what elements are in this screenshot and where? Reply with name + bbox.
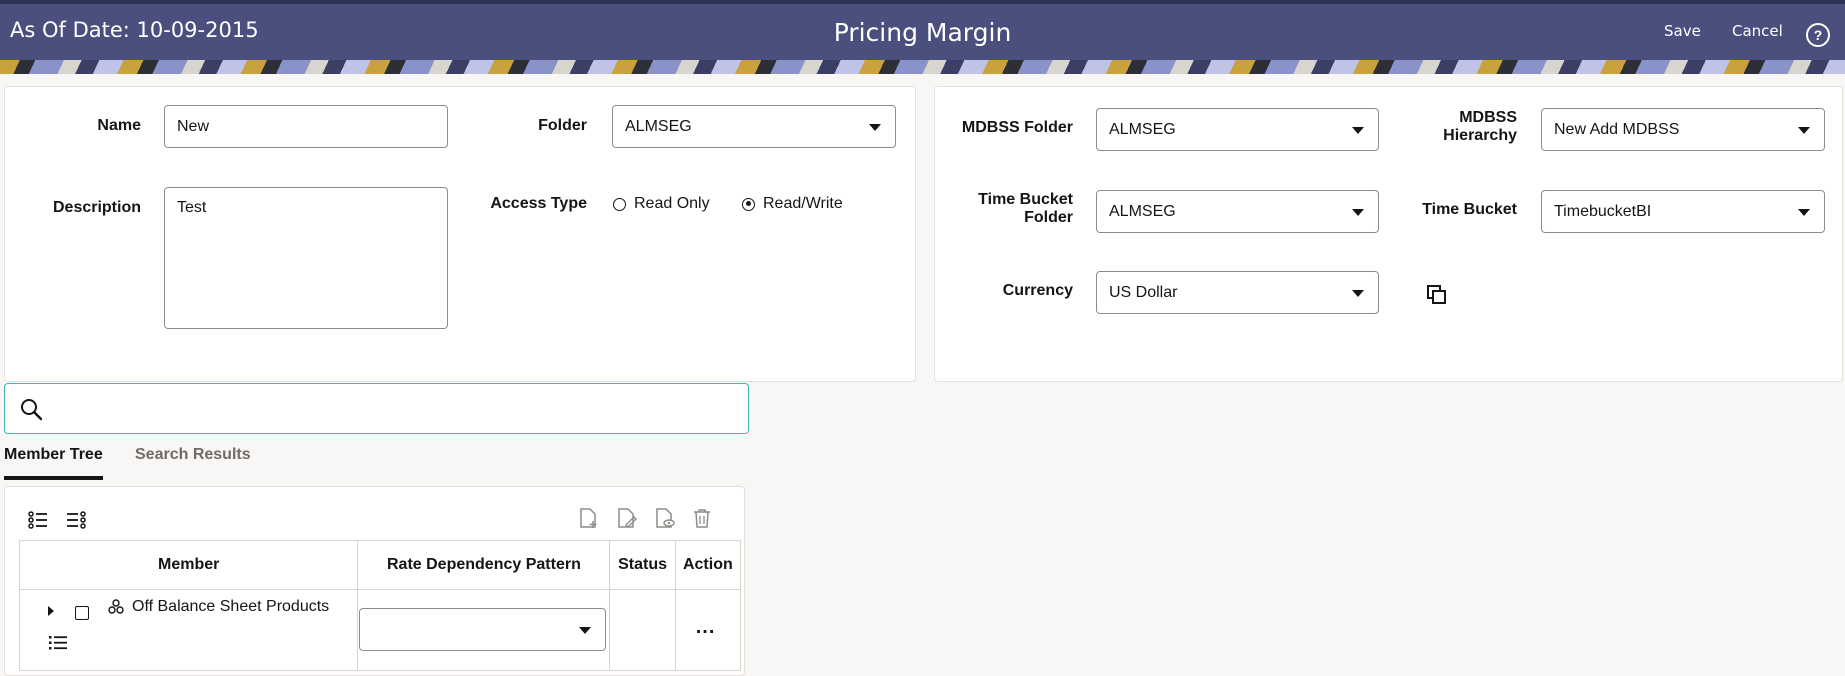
view-file-icon[interactable] bbox=[653, 507, 675, 529]
currency-select[interactable]: US Dollar bbox=[1096, 271, 1379, 314]
chevron-down-icon bbox=[869, 124, 881, 131]
search-input[interactable] bbox=[55, 392, 739, 428]
search-box bbox=[4, 383, 749, 434]
decorative-banner bbox=[0, 60, 1845, 74]
folder-value: ALMSEG bbox=[625, 118, 692, 135]
action-cell: ... bbox=[674, 589, 742, 671]
time-bucket-folder-label: Time Bucket Folder bbox=[935, 191, 1073, 227]
folder-select[interactable]: ALMSEG bbox=[612, 105, 896, 148]
description-label: Description bbox=[52, 199, 141, 216]
more-actions-icon[interactable]: ... bbox=[696, 617, 716, 637]
member-tree-panel: Member Rate Dependency Pattern Status Ac… bbox=[4, 486, 745, 676]
column-header-status[interactable]: Status bbox=[609, 540, 676, 590]
member-label: Off Balance Sheet Products bbox=[132, 598, 330, 615]
chevron-down-icon bbox=[1352, 209, 1364, 216]
status-cell bbox=[609, 589, 676, 671]
time-bucket-folder-select[interactable]: ALMSEG bbox=[1096, 190, 1379, 233]
mdbss-folder-select[interactable]: ALMSEG bbox=[1096, 108, 1379, 151]
tab-search-results[interactable]: Search Results bbox=[135, 446, 251, 476]
radio-read-write-label: Read/Write bbox=[763, 195, 843, 212]
column-header-member[interactable]: Member bbox=[18, 540, 359, 590]
time-bucket-select[interactable]: TimebucketBI bbox=[1541, 190, 1825, 233]
add-file-icon[interactable] bbox=[577, 507, 599, 529]
collapse-all-icon[interactable] bbox=[65, 509, 87, 531]
member-grid: Member Rate Dependency Pattern Status Ac… bbox=[18, 540, 742, 671]
as-of-date: As Of Date: 10-09-2015 bbox=[10, 18, 259, 42]
table-row: Off Balance Sheet Products ... bbox=[18, 589, 742, 671]
time-bucket-folder-label-line2: Folder bbox=[1024, 209, 1073, 226]
column-header-rate-dependency-pattern[interactable]: Rate Dependency Pattern bbox=[357, 540, 611, 590]
radio-circle-icon bbox=[613, 197, 626, 211]
cancel-button[interactable]: Cancel bbox=[1732, 22, 1783, 40]
currency-label: Currency bbox=[1002, 282, 1073, 299]
radio-read-only-label: Read Only bbox=[634, 195, 710, 212]
edit-file-icon[interactable] bbox=[615, 507, 637, 529]
tab-member-tree[interactable]: Member Tree bbox=[4, 446, 103, 480]
member-cell: Off Balance Sheet Products bbox=[18, 589, 359, 671]
name-field[interactable]: New bbox=[164, 105, 448, 148]
mdbss-hierarchy-select[interactable]: New Add MDBSS bbox=[1541, 108, 1825, 151]
row-checkbox[interactable] bbox=[75, 606, 89, 620]
parameters-panel: MDBSS Folder ALMSEG MDBSS Hierarchy New … bbox=[934, 86, 1843, 382]
time-bucket-value: TimebucketBI bbox=[1554, 203, 1652, 220]
rate-dependency-pattern-select[interactable] bbox=[359, 608, 607, 651]
mdbss-folder-label: MDBSS Folder bbox=[961, 119, 1073, 136]
column-header-action[interactable]: Action bbox=[674, 540, 742, 590]
chevron-down-icon bbox=[1352, 290, 1364, 297]
radio-selected-icon bbox=[742, 197, 755, 211]
name-label: Name bbox=[97, 117, 141, 134]
tree-node-icon bbox=[108, 599, 124, 614]
radio-read-write[interactable]: Read/Write bbox=[742, 195, 843, 213]
expand-all-icon[interactable] bbox=[27, 509, 49, 531]
chevron-down-icon bbox=[1352, 127, 1364, 134]
mdbss-hierarchy-label-line2: Hierarchy bbox=[1443, 127, 1517, 144]
definition-panel: Name New Folder ALMSEG Description Test … bbox=[4, 86, 916, 382]
search-icon bbox=[21, 399, 43, 421]
chevron-down-icon bbox=[1798, 127, 1810, 134]
delete-icon[interactable] bbox=[691, 507, 713, 529]
time-bucket-folder-value: ALMSEG bbox=[1109, 203, 1176, 220]
list-icon[interactable] bbox=[48, 634, 68, 652]
description-field[interactable]: Test bbox=[164, 187, 448, 329]
expand-icon[interactable] bbox=[48, 606, 54, 616]
chevron-down-icon bbox=[579, 627, 592, 634]
chevron-down-icon bbox=[1798, 209, 1810, 216]
folder-label: Folder bbox=[538, 117, 587, 134]
mdbss-hierarchy-value: New Add MDBSS bbox=[1554, 121, 1680, 138]
mdbss-hierarchy-label: MDBSS Hierarchy bbox=[1375, 109, 1517, 145]
save-button[interactable]: Save bbox=[1664, 22, 1701, 40]
time-bucket-label: Time Bucket bbox=[1422, 201, 1517, 218]
access-type-label: Access Type bbox=[490, 195, 587, 212]
currency-value: US Dollar bbox=[1109, 284, 1178, 301]
app-header: As Of Date: 10-09-2015 Pricing Margin Sa… bbox=[0, 0, 1845, 60]
page-title: Pricing Margin bbox=[833, 18, 1012, 47]
pattern-cell bbox=[357, 589, 611, 671]
radio-read-only[interactable]: Read Only bbox=[613, 195, 710, 213]
mdbss-hierarchy-label-line1: MDBSS bbox=[1459, 109, 1517, 126]
help-icon[interactable]: ? bbox=[1806, 23, 1830, 47]
mdbss-folder-value: ALMSEG bbox=[1109, 121, 1176, 138]
time-bucket-folder-label-line1: Time Bucket bbox=[978, 191, 1073, 208]
copy-icon[interactable] bbox=[1426, 284, 1448, 306]
